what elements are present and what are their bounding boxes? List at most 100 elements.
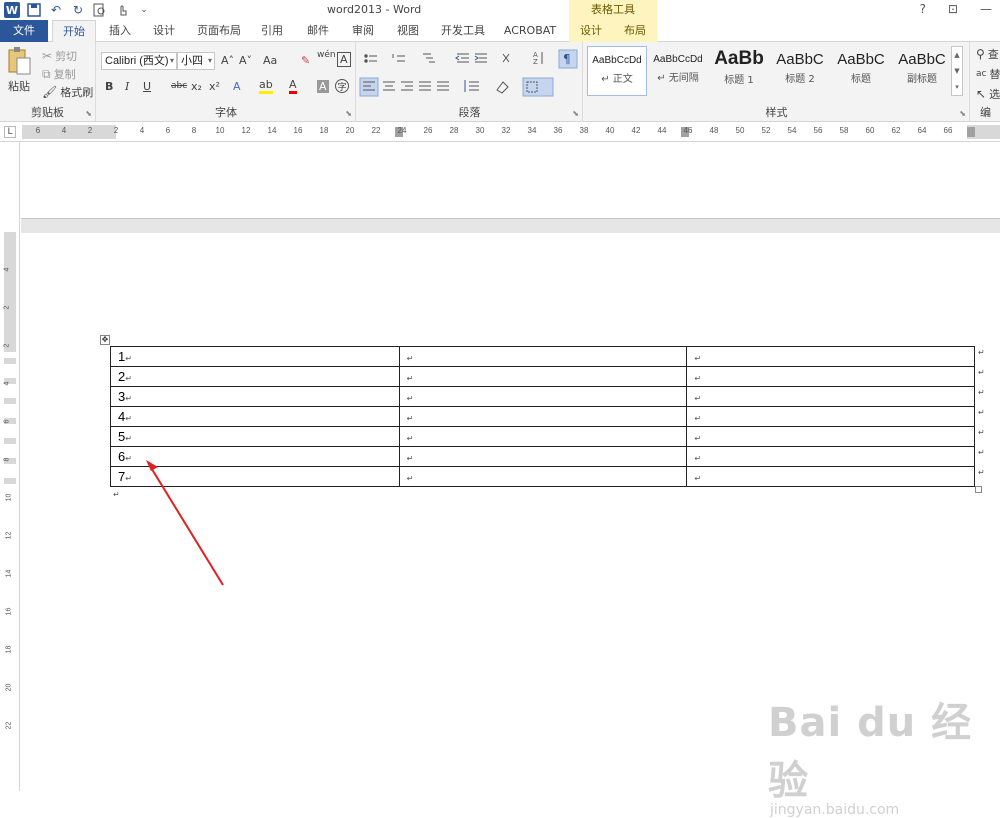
tab-design[interactable]: 设计 [144,20,184,42]
table-cell[interactable]: ↵ [398,386,688,407]
cut-button[interactable]: ✂ 剪切 [42,48,77,64]
table-cell[interactable]: 4↵ [110,406,400,427]
font-launcher-icon[interactable]: ⬊ [345,109,352,118]
table-cell[interactable]: ↵ [686,346,975,367]
clipboard-launcher-icon[interactable]: ⬊ [85,109,92,118]
table-row[interactable]: 3↵ ↵ ↵ [110,386,975,407]
tab-home[interactable]: 开始 [52,20,96,43]
table-cell[interactable]: ↵ [686,446,975,467]
highlight-color-button[interactable]: ab [259,78,273,94]
replace-button[interactable]: ac 替 [976,66,1000,82]
redo-icon[interactable]: ↻ [70,2,86,18]
save-icon[interactable] [26,2,42,18]
style-gallery-scroll[interactable]: ▲ ▼ ▾ [951,46,963,96]
paste-button[interactable]: 粘贴 [6,46,32,94]
character-border-button[interactable]: A [337,52,351,67]
bold-button[interactable]: B [105,80,113,93]
table-cell[interactable]: 1↵ [110,346,400,367]
style-normal[interactable]: AaBbCcDd ↵ 正文 [587,46,647,96]
touch-mode-icon[interactable] [114,2,130,18]
table-cell[interactable]: 2↵ [110,366,400,387]
tab-page-layout[interactable]: 页面布局 [190,20,248,42]
row-marker[interactable] [4,478,16,484]
customize-qat-icon[interactable]: ⌄ [136,2,152,18]
table-cell[interactable]: 5↵ [110,426,400,447]
chevron-up-icon[interactable]: ▲ [954,51,959,59]
table-cell[interactable]: 6↵ [110,446,400,467]
style-no-spacing[interactable]: AaBbCcDd ↵ 无间隔 [648,46,708,96]
style-subtitle[interactable]: AaBbC 副标题 [892,46,952,96]
font-color-button[interactable]: A [289,78,297,94]
clear-formatting-button[interactable]: ✎ [301,54,310,67]
tab-references[interactable]: 引用 [252,20,292,42]
table-cell[interactable]: ↵ [398,446,688,467]
word-app-icon[interactable]: W [4,2,20,18]
font-size-combo[interactable]: 小四 ▾ [177,52,215,70]
row-marker[interactable] [4,438,16,444]
table-cell[interactable]: ↵ [398,346,688,367]
document-table[interactable]: 1↵ ↵ ↵ 2↵ ↵ ↵ 3↵ ↵ ↵ 4↵ ↵ ↵ 5↵ ↵ ↵ 6↵ ↵ ↵ 7↵ ↵ ↵ [110,346,975,487]
ribbon-display-options-icon[interactable]: ⊡ [948,2,958,16]
table-row[interactable]: 2↵ ↵ ↵ [110,366,975,387]
vertical-ruler-bar[interactable]: 4 2 2 4 6 8 10 12 14 16 18 20 22 [3,232,16,791]
table-cell[interactable]: ↵ [398,426,688,447]
table-cell[interactable]: ↵ [686,386,975,407]
table-cell[interactable]: ↵ [398,466,688,487]
table-move-handle[interactable]: ✥ [100,335,110,345]
table-cell[interactable]: ↵ [686,406,975,427]
font-name-combo[interactable]: Calibri (西文) ▾ [101,52,177,70]
table-row[interactable]: 5↵ ↵ ↵ [110,426,975,447]
row-marker[interactable] [4,358,16,364]
table-cell[interactable]: ↵ [686,466,975,487]
table-cell[interactable]: 3↵ [110,386,400,407]
tab-insert[interactable]: 插入 [100,20,140,42]
character-shading-button[interactable]: A [317,80,329,93]
table-cell[interactable]: 7↵ [110,466,400,487]
tab-selector[interactable]: L [4,126,16,138]
italic-button[interactable]: I [125,80,129,93]
table-cell[interactable]: ↵ [398,406,688,427]
style-title[interactable]: AaBbC 标题 [831,46,891,96]
styles-launcher-icon[interactable]: ⬊ [959,109,966,118]
table-row[interactable]: 1↵ ↵ ↵ [110,346,975,367]
undo-icon[interactable]: ↶ [48,2,64,18]
tab-developer[interactable]: 开发工具 [434,20,492,42]
print-preview-icon[interactable] [92,2,108,18]
underline-button[interactable]: U [143,80,151,93]
copy-button[interactable]: ⧉ 复制 [42,66,76,82]
phonetic-guide-button[interactable]: wén [317,50,336,60]
tab-review[interactable]: 审阅 [343,20,383,42]
ruler-bar[interactable]: 6 4 2 2 4 6 8 10 12 14 16 18 20 22 24 26 28 30 32 34 36 38 40 4… [22,125,1000,139]
tab-table-layout[interactable]: 布局 [613,20,657,42]
table-cell[interactable]: ↵ [398,366,688,387]
find-button[interactable]: ⚲ 查 [976,46,999,62]
table-row[interactable]: 4↵ ↵ ↵ [110,406,975,427]
subscript-button[interactable]: x₂ [191,80,202,93]
minimize-button[interactable]: — [980,2,992,16]
change-case-button[interactable]: Aa [263,54,277,67]
grow-font-button[interactable]: A˄ [221,54,234,67]
style-heading-1[interactable]: AaBb 标题 1 [709,46,769,96]
select-button[interactable]: ↖ 选 [976,86,1000,102]
shrink-font-button[interactable]: A˅ [239,54,252,67]
chevron-down-icon[interactable]: ▼ [954,67,959,75]
text-effects-button[interactable]: A [233,80,241,93]
column-marker[interactable] [967,127,975,137]
table-resize-handle[interactable] [975,486,982,493]
strikethrough-button[interactable]: abc [171,81,187,91]
tab-mailings[interactable]: 邮件 [298,20,338,42]
tab-file[interactable]: 文件 [0,20,48,42]
row-marker[interactable] [4,398,16,404]
paragraph-launcher-icon[interactable]: ⬊ [572,109,579,118]
table-row[interactable]: 7↵ ↵ ↵ [110,466,975,487]
table-row[interactable]: 6↵ ↵ ↵ [110,446,975,467]
more-styles-icon[interactable]: ▾ [955,83,959,91]
enclose-characters-button[interactable]: 字 [335,79,349,93]
help-button[interactable]: ? [920,2,926,16]
tab-table-design[interactable]: 设计 [569,20,613,42]
tab-acrobat[interactable]: ACROBAT [499,20,561,42]
format-painter-button[interactable]: 🖌 格式刷 [42,84,93,100]
tab-view[interactable]: 视图 [388,20,428,42]
style-heading-2[interactable]: AaBbC 标题 2 [770,46,830,96]
table-cell[interactable]: ↵ [686,426,975,447]
